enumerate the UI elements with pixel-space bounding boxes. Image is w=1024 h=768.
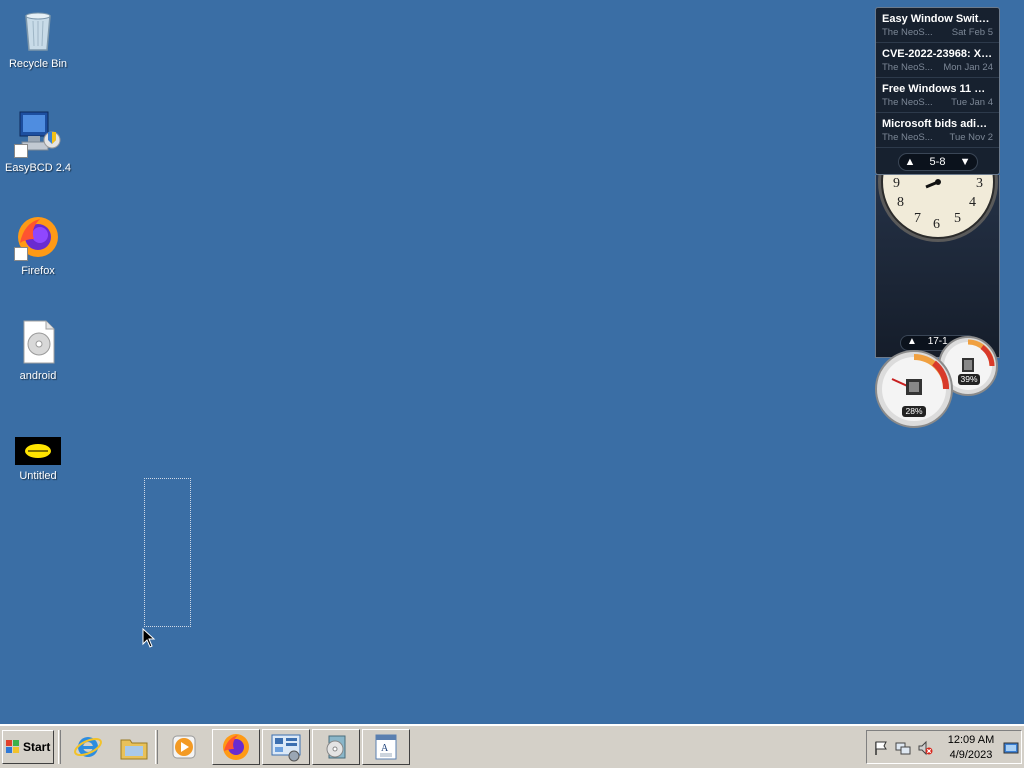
desktop-icon-label: android [19,370,57,382]
tray-date: 4/9/2023 [949,749,993,761]
action-center-flag-icon[interactable] [873,740,889,756]
taskbar-button-firefox[interactable] [212,729,260,765]
feed-item-date: Tue Nov 2 [949,132,993,143]
clock-numeral: 6 [933,217,940,232]
start-label: Start [23,740,51,754]
previous-page-arrow-icon[interactable]: ▲ [907,336,917,347]
firefox-icon [14,213,62,261]
feed-item-date: Sat Feb 5 [951,27,993,38]
disc-icon [326,735,346,759]
feed-headlines-gadget[interactable]: Easy Window Switch... The NeoS... Sat Fe… [875,7,1000,175]
cpu-meter-dial[interactable]: 28% [874,349,954,432]
cpu-percent-label: 28% [902,406,926,417]
feed-item[interactable]: Easy Window Switch... The NeoS... Sat Fe… [876,8,999,43]
feed-item[interactable]: CVE-2022-23968: Xer... The NeoS... Mon J… [876,43,999,78]
analog-clock-icon: 9 3 8 4 7 6 5 [878,175,998,242]
memory-percent-label: 39% [958,374,980,385]
desktop-icon-firefox[interactable]: Firefox [4,213,72,277]
svg-text:A: A [381,743,389,754]
desktop-icon-recycle-bin[interactable]: Recycle Bin [4,6,72,70]
cpu-gauge-icon [875,350,953,428]
feed-item-title: CVE-2022-23968: Xer... [882,48,993,60]
volume-muted-icon[interactable] [917,740,933,756]
feed-page-indicator: 5-8 [929,156,946,168]
taskbar-button-windows-explorer[interactable] [110,729,158,765]
tray-time: 12:09 AM [947,734,995,746]
taskbar: Start A 12:09 AM 4/9/2023 [0,724,1024,768]
shortcut-arrow-icon [14,144,28,158]
selection-rectangle [144,478,191,627]
feed-item-date: Tue Jan 4 [951,97,993,108]
notification-area: 12:09 AM 4/9/2023 [866,730,1022,764]
feed-item-title: Easy Window Switch... [882,13,993,25]
clock-numeral: 4 [969,195,976,210]
clock-numeral: 9 [893,176,900,191]
shortcut-arrow-icon [14,247,28,261]
feed-item-source: The NeoS... [882,62,933,73]
tray-clock[interactable]: 12:09 AM 4/9/2023 [941,733,1001,763]
disc-image-file-icon [14,318,62,366]
mouse-pointer-icon [142,628,156,648]
feed-item-title: Free Windows 11 Re... [882,83,993,95]
taskbar-button-wordpad[interactable]: A [362,729,410,765]
feed-item-title: Microsoft bids adieu ... [882,118,993,130]
start-button[interactable]: Start [2,730,54,764]
taskbar-button-control-panel[interactable] [262,729,310,765]
desktop-icon-label: Recycle Bin [8,58,68,70]
clock-numeral: 8 [897,195,904,210]
taskbar-button-media-player[interactable] [160,729,208,765]
wordpad-icon: A [375,734,397,760]
clock-numeral: 5 [954,211,961,226]
control-panel-icon [271,734,301,762]
show-desktop-icon[interactable] [1003,740,1019,756]
feed-pager: ▲ 5-8 ▼ [897,153,978,171]
feed-item-source: The NeoS... [882,97,933,108]
desktop-icon-label: Firefox [21,265,55,277]
feed-item-date: Mon Jan 24 [943,62,993,73]
clock-panel-gadget[interactable]: 9 3 8 4 7 6 5 ▲ 17-1 [875,175,1000,358]
desktop-icon-android[interactable]: android [4,318,72,382]
folder-icon [120,739,148,760]
clock-numeral: 3 [976,176,983,191]
feed-item[interactable]: Free Windows 11 Re... The NeoS... Tue Ja… [876,78,999,113]
yellow-ellipse-image-icon [14,430,62,478]
desktop-icon-untitled[interactable]: Untitled [4,430,72,482]
recycle-bin-icon [14,6,62,54]
toolbar-grip[interactable] [58,730,61,764]
media-player-icon [172,735,196,759]
desktop-icon-label: EasyBCD 2.4 [4,162,72,174]
desktop-icon-easybcd[interactable]: EasyBCD 2.4 [4,110,72,174]
network-icon[interactable] [895,740,911,756]
internet-explorer-icon [74,737,102,757]
feed-item-source: The NeoS... [882,27,933,38]
feed-item-source: The NeoS... [882,132,933,143]
windows-flag-icon [6,740,19,753]
toolbar-grip[interactable] [155,730,158,764]
next-page-arrow-icon[interactable]: ▼ [960,156,971,168]
clock-numeral: 7 [914,211,921,226]
firefox-icon [223,734,249,760]
easybcd-icon [14,110,62,158]
previous-page-arrow-icon[interactable]: ▲ [905,156,916,168]
taskbar-button-disc-burner[interactable] [312,729,360,765]
feed-item[interactable]: Microsoft bids adieu ... The NeoS... Tue… [876,113,999,148]
taskbar-button-internet-explorer[interactable] [64,729,112,765]
